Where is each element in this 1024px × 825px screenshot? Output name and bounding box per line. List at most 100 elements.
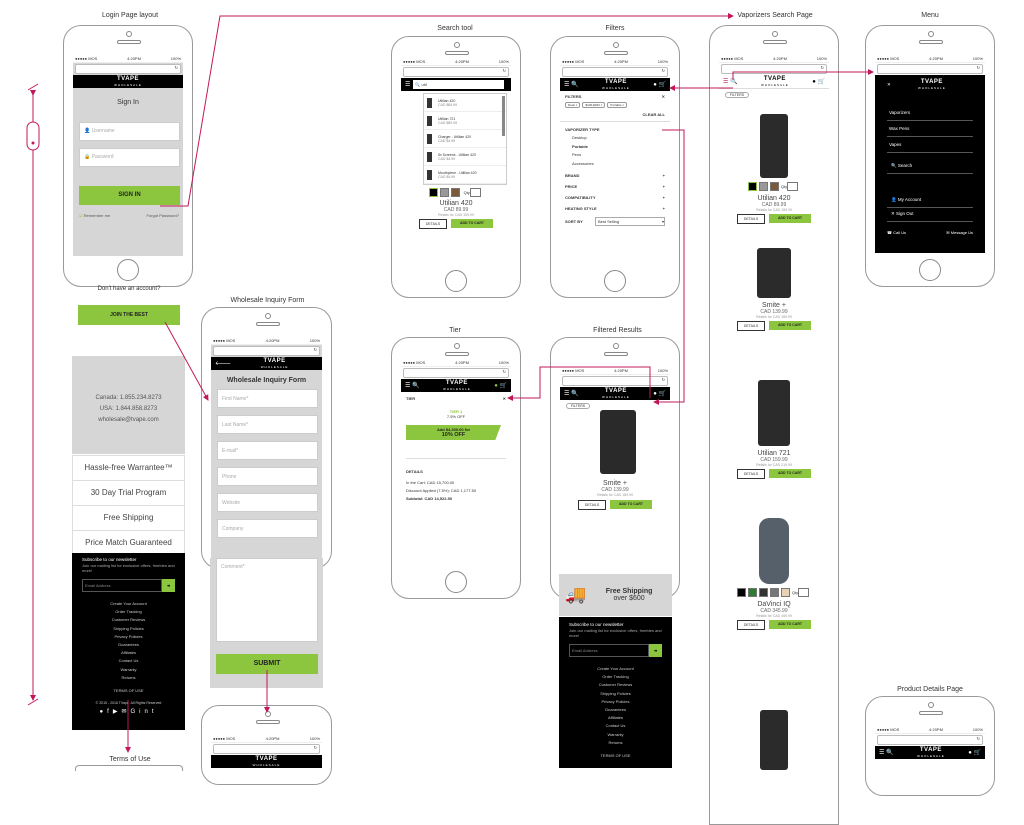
home-button[interactable] [445,270,467,292]
remove-chip-icon[interactable]: × [622,103,624,107]
product-image[interactable] [759,518,789,584]
home-button[interactable] [604,270,626,292]
url-bar[interactable]: ↻ [75,64,181,74]
color-swatch[interactable] [758,182,768,191]
product-image[interactable] [757,248,791,298]
search-result-item[interactable]: Utillian 420 CAD $89.99 [424,94,506,112]
feature-item[interactable]: 30 Day Trial Program [73,481,184,506]
hamburger-icon[interactable]: ☰ [564,82,569,88]
account-icon[interactable]: ● [653,82,657,88]
filter-section[interactable]: BRAND + [560,170,670,181]
logo[interactable]: TVAPE WHOLESALE [253,756,281,768]
footer-link[interactable]: Customer Reviews [569,681,662,689]
clear-all-link[interactable]: CLEAR ALL [560,108,670,122]
footer-link[interactable]: Create Your Account [82,600,175,608]
forgot-password-link[interactable]: Forgot Password? [147,213,179,218]
footer-link[interactable]: Warranty [82,666,175,674]
search-icon[interactable]: 🔍 [412,383,419,389]
url-bar[interactable]: ↻ [403,368,509,378]
details-button[interactable]: DETAILS [737,214,765,224]
sort-select[interactable]: Best Selling ▾ [595,217,665,226]
product-image[interactable] [760,114,788,178]
footer-link[interactable]: Contact Us [569,722,662,730]
footer-link[interactable]: Contact Us [82,657,175,665]
menu-item[interactable]: Wax Pens [887,123,973,137]
details-button[interactable]: DETAILS [578,500,606,510]
back-arrow-icon[interactable]: 🡐 [215,360,231,367]
add-to-cart-button[interactable]: ADD TO CART [769,321,811,330]
footer-link[interactable]: Guarantees [569,706,662,714]
product-image[interactable] [760,710,788,770]
product-name[interactable]: DaVinci IQ [719,601,829,608]
filters-chip[interactable]: FILTERS [725,92,749,98]
wholesale-field[interactable]: Phone [217,467,318,486]
vaporizer-type-heading[interactable]: VAPORIZER TYPE [565,127,600,132]
newsletter-submit-button[interactable]: ➜ [649,644,662,657]
product-image-smite[interactable] [600,410,636,474]
url-bar[interactable]: ↻ [562,376,668,386]
hamburger-icon[interactable]: ☰ [405,81,410,88]
search-icon[interactable]: 🔍 [571,391,578,397]
footer-link[interactable]: Order Tracking [569,673,662,681]
color-swatch[interactable] [736,588,746,597]
search-icon[interactable]: 🔍 [571,82,578,88]
search-icon[interactable]: 🔍 [886,750,893,756]
plus-icon[interactable]: + [663,184,665,189]
twitter-icon[interactable]: t [152,709,158,715]
footer-link[interactable]: Returns [82,674,175,682]
logo[interactable]: TVAPE WHOLESALE [443,380,471,392]
add-to-cart-button[interactable]: ADD TO CART [769,620,811,629]
menu-item[interactable]: Vaporizers [887,107,973,121]
product-name[interactable]: Utilian 721 [719,450,829,457]
url-bar[interactable]: ↻ [877,64,983,74]
filter-section[interactable]: PRICE + [560,181,670,192]
cart-icon[interactable]: 🛒 [818,79,825,85]
wholesale-field[interactable]: E-mail* [217,441,318,460]
remember-checkbox[interactable]: ☑ [79,213,83,218]
signin-button[interactable]: SIGN IN [79,186,180,205]
filter-section[interactable]: COMPATIBILITY + [560,192,670,203]
hamburger-icon[interactable]: ☰ [723,79,728,85]
qty-input[interactable] [798,588,810,597]
url-bar[interactable]: ↻ [877,735,983,745]
product-name[interactable]: Utilian 420 [401,200,511,207]
url-bar[interactable]: ↻ [562,67,668,77]
phone-usa[interactable]: USA: 1.844.858.8273 [72,404,185,415]
product-name[interactable]: Smite + [719,302,829,309]
url-bar[interactable]: ↻ [403,67,509,77]
comment-textarea[interactable]: Comment* [216,558,318,642]
filter-chip[interactable]: $100-$200 × [582,102,606,108]
filter-option[interactable]: Desktop [572,134,670,143]
color-swatch[interactable] [769,182,779,191]
details-button[interactable]: DETAILS [419,219,447,229]
logo[interactable]: TVAPE WHOLESALE [261,358,289,370]
hamburger-icon[interactable]: ☰ [564,391,569,397]
footer-link[interactable]: Privacy Policies [569,698,662,706]
footer-link[interactable]: Returns [569,739,662,747]
wholesale-field[interactable]: Company [217,519,318,538]
search-result-item[interactable]: Charger - Utillian 420 CAD $4.99 [424,130,506,148]
cart-icon[interactable]: 🛒 [659,82,666,88]
wholesale-field[interactable]: First Name* [217,389,318,408]
results-scrollbar[interactable] [502,96,505,136]
close-icon[interactable]: ✕ [503,396,506,401]
details-button[interactable]: DETAILS [737,321,765,331]
newsletter-email-input[interactable]: Email Address [82,579,162,592]
sign-out-link[interactable]: ✕ Sign Out [887,208,973,222]
submit-button[interactable]: SUBMIT [216,654,318,674]
add-to-cart-button[interactable]: ADD TO CART [451,219,493,228]
filter-chip[interactable]: Portable × [607,102,628,108]
color-swatch-black[interactable] [429,188,439,197]
footer-link[interactable]: Shipping Policies [569,690,662,698]
filter-option[interactable]: Accessories [572,160,670,169]
phone-canada[interactable]: Canada: 1.855.234.8273 [72,393,185,404]
qty-input[interactable] [469,188,481,197]
cart-icon[interactable]: 🛒 [974,750,981,756]
product-name[interactable]: Utilian 420 [719,195,829,202]
color-swatch[interactable] [769,588,779,597]
filter-option[interactable]: Portable [572,143,670,152]
terms-link[interactable]: TERMS OF USE [82,688,175,693]
wholesale-field[interactable]: Last Name* [217,415,318,434]
home-button[interactable] [117,259,139,281]
newsletter-email-input[interactable]: Email Address [569,644,649,657]
